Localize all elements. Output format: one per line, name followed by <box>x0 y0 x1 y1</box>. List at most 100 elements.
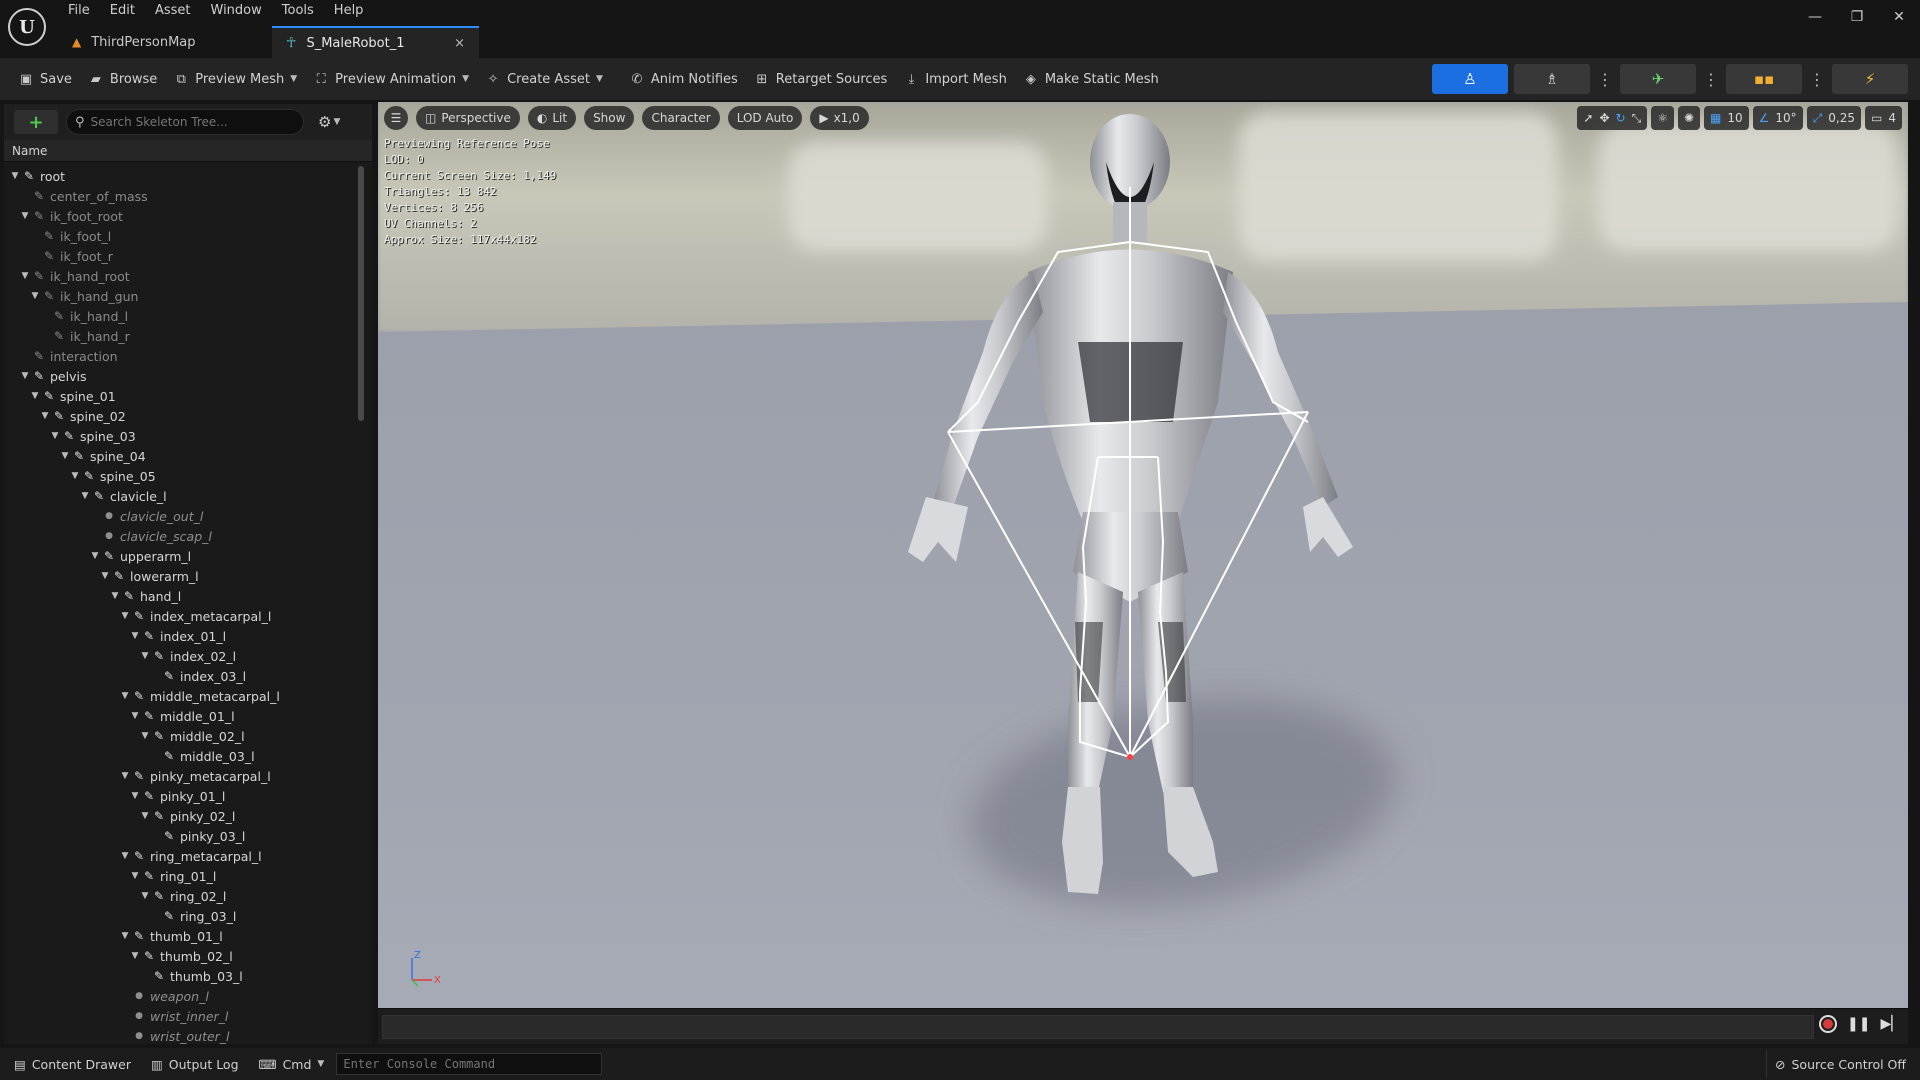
expand-arrow-icon[interactable]: ▼ <box>140 651 150 661</box>
bone-row[interactable]: ▼ ✎ ik_hand_root <box>4 266 356 286</box>
expand-arrow-icon[interactable]: ▼ <box>130 871 140 881</box>
perspective-button[interactable]: ◫ Perspective <box>416 106 520 130</box>
bone-row[interactable]: ▼ ✎ pinky_01_l <box>4 786 356 806</box>
socket-row[interactable]: ● wrist_outer_l <box>4 1026 356 1044</box>
camera-speed-button[interactable]: ▭ 4 <box>1865 106 1902 130</box>
preview-viewport[interactable]: ☰ ◫ Perspective ◐ Lit Show Character LOD… <box>378 102 1908 1008</box>
create-asset-button[interactable]: ✧ Create Asset ▼ <box>477 64 611 94</box>
bone-row[interactable]: ✎ ik_foot_l <box>4 226 356 246</box>
bone-row[interactable]: ✎ interaction <box>4 346 356 366</box>
record-button[interactable] <box>1818 1015 1837 1033</box>
bone-row[interactable]: ▼ ✎ index_02_l <box>4 646 356 666</box>
bone-row[interactable]: ▼ ✎ spine_01 <box>4 386 356 406</box>
scale-icon[interactable]: ⤡ <box>1632 111 1642 126</box>
bone-row[interactable]: ▼ ✎ index_01_l <box>4 626 356 646</box>
bone-row[interactable]: ▼ ✎ root <box>4 166 356 186</box>
more-options-icon[interactable]: ⋮ <box>1596 64 1614 94</box>
close-window-icon[interactable]: ✕ <box>1878 0 1920 34</box>
robot-character-mesh[interactable] <box>378 102 1908 1008</box>
expand-arrow-icon[interactable]: ▼ <box>40 411 50 421</box>
grid-snap-button[interactable]: ▦ 10 <box>1704 106 1749 130</box>
bone-row[interactable]: ✎ ik_hand_l <box>4 306 356 326</box>
expand-arrow-icon[interactable]: ▼ <box>100 571 110 581</box>
preview-mesh-button[interactable]: ⧉ Preview Mesh ▼ <box>165 64 305 94</box>
mesh-mode-button[interactable]: ♗ <box>1514 64 1590 94</box>
bone-row[interactable]: ▼ ✎ ring_02_l <box>4 886 356 906</box>
expand-arrow-icon[interactable]: ▼ <box>120 931 130 941</box>
bone-row[interactable]: ▼ ✎ upperarm_l <box>4 546 356 566</box>
bone-row[interactable]: ✎ pinky_03_l <box>4 826 356 846</box>
scale-snap-button[interactable]: ⤢ 0,25 <box>1806 106 1862 130</box>
browse-button[interactable]: ▰ Browse <box>80 64 165 94</box>
bone-row[interactable]: ▼ ✎ thumb_02_l <box>4 946 356 966</box>
coordinate-space-button[interactable]: ⚛ <box>1651 106 1674 130</box>
lod-button[interactable]: LOD Auto <box>727 106 803 130</box>
bone-row[interactable]: ✎ center_of_mass <box>4 186 356 206</box>
bone-row[interactable]: ▼ ✎ spine_02 <box>4 406 356 426</box>
expand-arrow-icon[interactable]: ▼ <box>30 291 40 301</box>
physics-mode-button[interactable]: ⚡ <box>1832 64 1908 94</box>
expand-arrow-icon[interactable]: ▼ <box>130 791 140 801</box>
menu-help[interactable]: Help <box>324 0 374 24</box>
tab-third-person-map[interactable]: ▲ ThirdPersonMap <box>58 26 272 58</box>
lit-button[interactable]: ◐ Lit <box>527 106 577 130</box>
expand-arrow-icon[interactable]: ▼ <box>120 851 130 861</box>
socket-row[interactable]: ● clavicle_out_l <box>4 506 356 526</box>
playback-speed-button[interactable]: ▶ x1,0 <box>810 106 869 130</box>
character-button[interactable]: Character <box>642 106 720 130</box>
menu-window[interactable]: Window <box>201 0 272 24</box>
socket-row[interactable]: ● wrist_inner_l <box>4 1006 356 1026</box>
expand-arrow-icon[interactable]: ▼ <box>120 771 130 781</box>
expand-arrow-icon[interactable]: ▼ <box>30 391 40 401</box>
console-command-input[interactable] <box>336 1053 603 1075</box>
bone-row[interactable]: ✎ thumb_03_l <box>4 966 356 986</box>
bone-row[interactable]: ▼ ✎ spine_03 <box>4 426 356 446</box>
unreal-logo-icon[interactable]: U <box>8 8 46 46</box>
expand-arrow-icon[interactable]: ▼ <box>130 631 140 641</box>
expand-arrow-icon[interactable]: ▼ <box>70 471 80 481</box>
retarget-sources-button[interactable]: ⊞ Retarget Sources <box>746 64 896 94</box>
save-button[interactable]: ▣ Save <box>10 64 80 94</box>
select-icon[interactable]: ➚ <box>1583 111 1593 125</box>
show-button[interactable]: Show <box>584 106 635 130</box>
blueprint-mode-button[interactable]: ▪▪ <box>1726 64 1802 94</box>
menu-edit[interactable]: Edit <box>100 0 145 24</box>
bone-row[interactable]: ▼ ✎ lowerarm_l <box>4 566 356 586</box>
expand-arrow-icon[interactable]: ▼ <box>140 731 150 741</box>
bone-row[interactable]: ▼ ✎ hand_l <box>4 586 356 606</box>
make-static-mesh-button[interactable]: ◈ Make Static Mesh <box>1015 64 1167 94</box>
expand-arrow-icon[interactable]: ▼ <box>140 891 150 901</box>
skeleton-search-input[interactable] <box>90 115 291 129</box>
expand-arrow-icon[interactable]: ▼ <box>110 591 120 601</box>
viewport-menu-button[interactable]: ☰ <box>384 106 408 130</box>
source-control-button[interactable]: ⊘ Source Control Off <box>1766 1051 1914 1077</box>
expand-arrow-icon[interactable]: ▼ <box>120 691 130 701</box>
expand-arrow-icon[interactable]: ▼ <box>130 951 140 961</box>
bone-row[interactable]: ▼ ✎ pelvis <box>4 366 356 386</box>
bone-row[interactable]: ▼ ✎ middle_metacarpal_l <box>4 686 356 706</box>
angle-snap-button[interactable]: ∠ 10° <box>1752 106 1803 130</box>
bone-row[interactable]: ✎ ik_foot_r <box>4 246 356 266</box>
bone-row[interactable]: ▼ ✎ ik_hand_gun <box>4 286 356 306</box>
add-socket-button[interactable]: + <box>14 110 58 134</box>
close-tab-icon[interactable]: × <box>454 36 465 51</box>
bone-row[interactable]: ▼ ✎ middle_01_l <box>4 706 356 726</box>
expand-arrow-icon[interactable]: ▼ <box>90 551 100 561</box>
more-options-icon[interactable]: ⋮ <box>1702 64 1720 94</box>
import-mesh-button[interactable]: ⤓ Import Mesh <box>895 64 1015 94</box>
menu-file[interactable]: File <box>58 0 100 24</box>
menu-tools[interactable]: Tools <box>272 0 324 24</box>
bone-row[interactable]: ✎ ik_hand_r <box>4 326 356 346</box>
bone-row[interactable]: ▼ ✎ middle_02_l <box>4 726 356 746</box>
anim-notifies-button[interactable]: ✆ Anim Notifies <box>621 64 746 94</box>
bone-row[interactable]: ✎ middle_03_l <box>4 746 356 766</box>
rotate-icon[interactable]: ↻ <box>1616 111 1626 125</box>
expand-arrow-icon[interactable]: ▼ <box>50 431 60 441</box>
expand-arrow-icon[interactable]: ▼ <box>80 491 90 501</box>
bone-row[interactable]: ▼ ✎ pinky_02_l <box>4 806 356 826</box>
expand-arrow-icon[interactable]: ▼ <box>20 271 30 281</box>
minimize-icon[interactable]: — <box>1794 0 1836 34</box>
bone-row[interactable]: ▼ ✎ spine_04 <box>4 446 356 466</box>
bone-row[interactable]: ▼ ✎ spine_05 <box>4 466 356 486</box>
bone-row[interactable]: ▼ ✎ index_metacarpal_l <box>4 606 356 626</box>
